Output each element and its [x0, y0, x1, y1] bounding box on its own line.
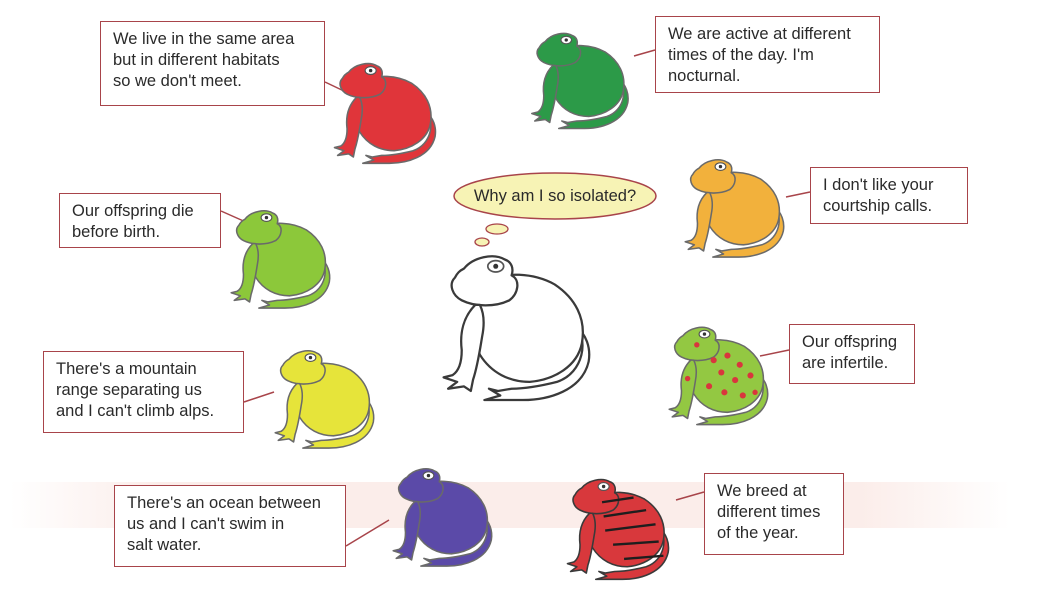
central-toad [430, 245, 600, 410]
box-offspring-die: Our offspring die before birth. [59, 193, 221, 248]
lime-toad [222, 203, 337, 315]
orange-toad [676, 152, 791, 264]
box-courtship-calls: I don't like your courtship calls. [810, 167, 968, 224]
box-offspring-infertile: Our offspring are infertile. [789, 324, 915, 384]
diagram-canvas: Why am I so isolated? We live in the sam… [0, 0, 1052, 597]
thought-bubble-text: Why am I so isolated? [473, 187, 637, 205]
yellow-toad [266, 343, 381, 455]
purple-toad [384, 458, 499, 576]
box-different-habitats: We live in the same area but in differen… [100, 21, 325, 106]
thought-bubble-dot-large [485, 223, 509, 235]
spotted-toad [660, 318, 775, 433]
box-ocean-between: There's an ocean between us and I can't … [114, 485, 346, 567]
red-toad [325, 58, 443, 168]
box-different-times-of-day: We are active at different times of the … [655, 16, 880, 93]
box-breed-different-times: We breed at different times of the year. [704, 473, 844, 555]
green-toad [520, 28, 638, 133]
box-mountain-range: There's a mountain range separating us a… [43, 351, 244, 433]
striped-toad [558, 470, 676, 588]
